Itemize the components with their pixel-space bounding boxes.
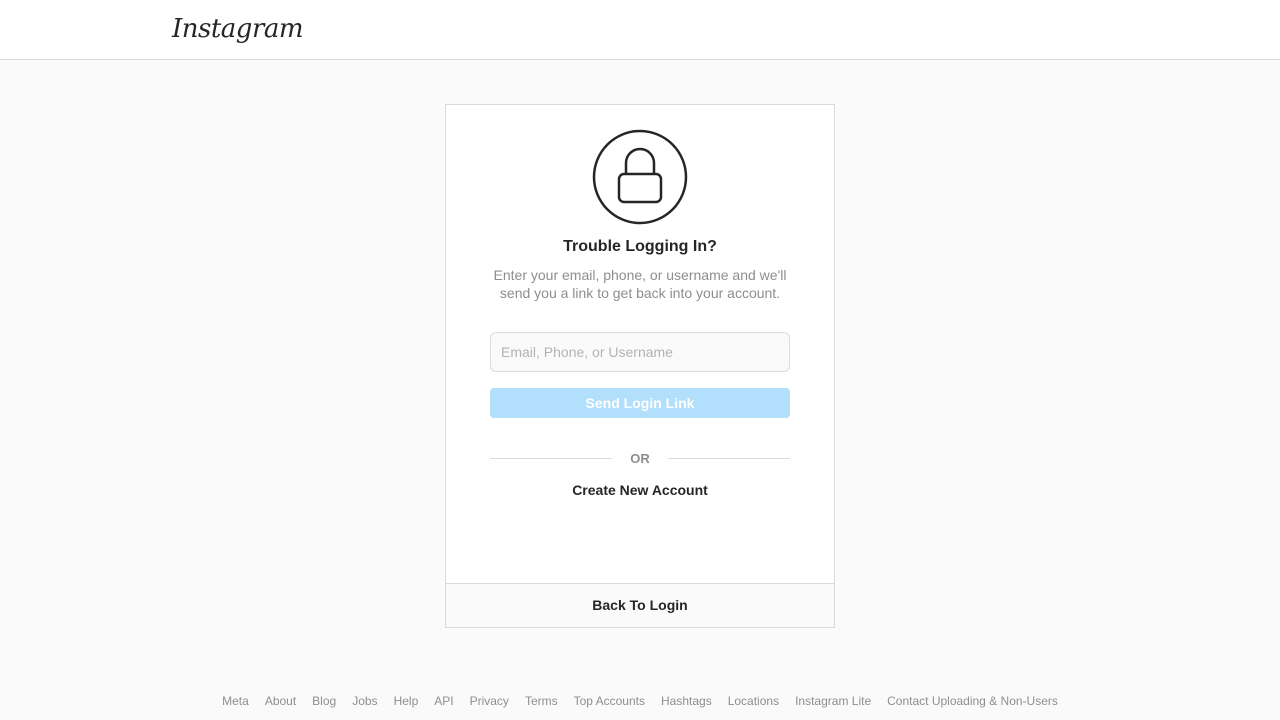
footer-link-locations[interactable]: Locations (728, 694, 779, 708)
footer-link-top-accounts[interactable]: Top Accounts (574, 694, 645, 708)
back-to-login-link[interactable]: Back To Login (446, 583, 834, 627)
lock-icon (592, 129, 688, 225)
divider-text: OR (630, 450, 650, 466)
footer-link-blog[interactable]: Blog (312, 694, 336, 708)
divider-line-left (490, 457, 613, 459)
reset-card: Trouble Logging In? Enter your email, ph… (445, 104, 835, 628)
send-login-link-button[interactable]: Send Login Link (490, 388, 790, 418)
create-account-link[interactable]: Create New Account (446, 482, 834, 498)
footer-link-hashtags[interactable]: Hashtags (661, 694, 712, 708)
footer-link-terms[interactable]: Terms (525, 694, 558, 708)
footer-link-api[interactable]: API (434, 694, 453, 708)
footer-link-contact-uploading[interactable]: Contact Uploading & Non-Users (887, 694, 1058, 708)
footer-link-help[interactable]: Help (394, 694, 419, 708)
instructions-text: Enter your email, phone, or username and… (493, 267, 787, 301)
footer-link-instagram-lite[interactable]: Instagram Lite (795, 694, 871, 708)
page-title: Trouble Logging In? (563, 238, 717, 255)
instagram-logo[interactable]: Instagram (172, 14, 304, 44)
identifier-input[interactable] (490, 332, 790, 372)
footer-link-jobs[interactable]: Jobs (352, 694, 377, 708)
footer-link-privacy[interactable]: Privacy (470, 694, 509, 708)
footer-link-meta[interactable]: Meta (222, 694, 249, 708)
top-navbar: Instagram (0, 0, 1280, 60)
divider-line-right (667, 457, 790, 459)
or-divider: OR (490, 449, 790, 467)
footer-link-about[interactable]: About (265, 694, 296, 708)
footer-links: Meta About Blog Jobs Help API Privacy Te… (0, 694, 1280, 708)
